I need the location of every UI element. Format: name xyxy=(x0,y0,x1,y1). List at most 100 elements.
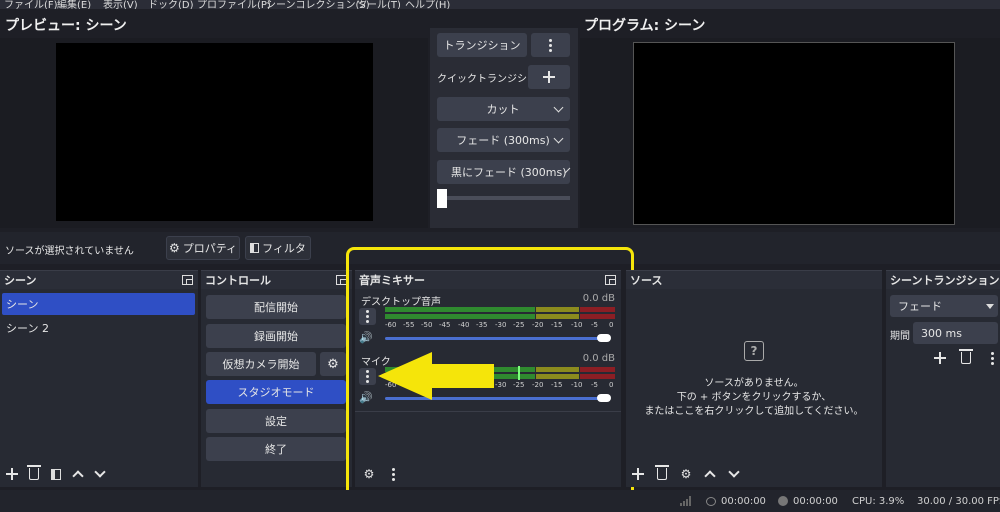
studio-mode-button[interactable]: スタジオモード xyxy=(206,380,346,404)
signal-icon xyxy=(680,496,691,506)
fade-to-black-label: 黒にフェード (300ms) xyxy=(451,166,567,179)
transition-type-select[interactable]: フェード xyxy=(890,295,998,317)
chevron-down-icon xyxy=(94,466,106,478)
virtual-camera-settings-button[interactable]: ⚙ xyxy=(320,352,346,376)
controls-title: コントロール xyxy=(205,274,271,287)
settings-button[interactable]: 設定 xyxy=(206,409,346,433)
remove-source-button[interactable] xyxy=(652,465,672,483)
source-properties-button[interactable]: ⚙ xyxy=(676,465,696,483)
chevron-up-icon xyxy=(72,470,84,482)
add-transition-button[interactable] xyxy=(930,349,950,367)
start-virtual-camera-button[interactable]: 仮想カメラ開始 xyxy=(206,352,316,376)
move-scene-up-button[interactable] xyxy=(68,465,88,483)
properties-button[interactable]: ⚙ プロパティ xyxy=(166,236,240,260)
menu-help[interactable]: ヘルプ(H) xyxy=(405,0,450,9)
menu-edit[interactable]: 編集(E) xyxy=(57,0,91,9)
filters-button[interactable]: フィルタ xyxy=(245,236,311,260)
scenes-title: シーン xyxy=(4,274,37,287)
scenes-dock: シーン シーン シーン 2 xyxy=(0,270,198,487)
scenes-toolbar xyxy=(2,465,110,483)
record-icon xyxy=(778,496,788,506)
sources-title: ソース xyxy=(630,274,663,287)
menu-bar: ファイル(F) 編集(E) 表示(V) ドック(D) プロファイル(P) シーン… xyxy=(0,0,1000,9)
start-streaming-button[interactable]: 配信開始 xyxy=(206,295,346,319)
scene-item[interactable]: シーン 2 xyxy=(2,317,195,339)
gear-icon: ⚙ xyxy=(327,356,339,372)
caret-down-icon xyxy=(986,303,994,309)
move-scene-down-button[interactable] xyxy=(90,465,110,483)
arrow-annotation xyxy=(378,352,494,400)
sources-empty-message[interactable]: ソースがありません。 下の + ボタンをクリックするか、 またはここを右クリック… xyxy=(626,377,882,419)
scene-transitions-dock: シーントランジション フェード 期間 300 ms xyxy=(886,270,1000,487)
undock-icon[interactable] xyxy=(182,275,193,285)
scenes-header: シーン xyxy=(0,271,198,289)
live-time: 00:00:00 xyxy=(721,496,766,507)
chevron-up-icon xyxy=(704,470,716,482)
scene-transitions-header: シーントランジション xyxy=(886,271,1000,289)
preview-area[interactable] xyxy=(0,38,428,228)
menu-profile[interactable]: プロファイル(P) xyxy=(197,0,271,9)
chevron-down-icon xyxy=(553,102,564,112)
cut-select-label: カット xyxy=(486,103,520,116)
empty-line: 下の + ボタンをクリックするか、 xyxy=(676,392,832,403)
status-bar xyxy=(0,490,1000,512)
program-title: プログラム: シーン xyxy=(584,18,706,34)
program-screen xyxy=(633,42,955,225)
menu-tools[interactable]: ツール(T) xyxy=(357,0,401,9)
duration-value: 300 ms xyxy=(921,326,962,340)
duration-label: 期間 xyxy=(890,331,910,342)
trash-icon xyxy=(959,349,973,364)
preview-title: プレビュー: シーン xyxy=(5,18,127,34)
scene-item-label: シーン 2 xyxy=(6,322,49,335)
fade-select[interactable]: フェード (300ms) xyxy=(437,128,570,152)
empty-line: ソースがありません。 xyxy=(704,378,804,389)
fade-to-black-select[interactable]: 黒にフェード (300ms) xyxy=(437,160,570,184)
filter-icon xyxy=(51,468,61,480)
program-area xyxy=(580,38,1000,228)
question-icon: ? xyxy=(744,341,764,361)
remove-transition-button[interactable] xyxy=(956,349,976,367)
menu-scene-collection[interactable]: シーンコレクション(S) xyxy=(266,0,370,9)
trash-icon xyxy=(27,465,41,480)
menu-dock[interactable]: ドック(D) xyxy=(148,0,194,9)
menu-file[interactable]: ファイル(F) xyxy=(4,0,58,9)
gear-icon: ⚙ xyxy=(680,467,692,481)
arrow-left-icon xyxy=(378,352,494,400)
chevron-down-icon xyxy=(728,466,740,478)
chevron-down-icon xyxy=(553,133,564,143)
remove-scene-button[interactable] xyxy=(24,465,44,483)
source-status-text: ソースが選択されていません xyxy=(5,246,134,257)
trash-icon xyxy=(655,465,669,480)
sources-header: ソース xyxy=(626,271,882,289)
properties-label: プロパティ xyxy=(182,242,238,255)
filters-label: フィルタ xyxy=(262,242,306,255)
transition-button[interactable]: トランジション xyxy=(437,33,527,57)
add-scene-button[interactable] xyxy=(2,465,22,483)
scene-filters-button[interactable] xyxy=(46,465,66,483)
duration-input[interactable]: 300 ms xyxy=(913,322,998,344)
cut-select[interactable]: カット xyxy=(437,97,570,121)
exit-button[interactable]: 終了 xyxy=(206,437,346,461)
scene-transitions-title: シーントランジション xyxy=(890,274,1000,287)
live-icon xyxy=(706,497,716,506)
transition-menu-button[interactable] xyxy=(531,33,570,57)
record-time: 00:00:00 xyxy=(793,496,838,507)
add-quick-transition-button[interactable] xyxy=(528,65,570,89)
add-source-button[interactable] xyxy=(628,465,648,483)
move-source-down-button[interactable] xyxy=(724,465,744,483)
start-recording-button[interactable]: 録画開始 xyxy=(206,324,346,348)
scene-item-label: シーン xyxy=(6,298,39,311)
transition-properties-button[interactable] xyxy=(982,349,1000,367)
menu-view[interactable]: 表示(V) xyxy=(103,0,138,9)
fade-select-label: フェード (300ms) xyxy=(456,134,550,147)
scene-transitions-toolbar xyxy=(930,349,1000,367)
move-source-up-button[interactable] xyxy=(700,465,720,483)
empty-line: またはここを右クリックして追加してください。 xyxy=(644,406,864,417)
sources-dock: ソース ? ソースがありません。 下の + ボタンをクリックするか、 またはここ… xyxy=(626,270,882,487)
preview-screen xyxy=(56,43,373,221)
gear-icon: ⚙ xyxy=(168,241,180,255)
transition-type-label: フェード xyxy=(898,300,942,313)
scene-item[interactable]: シーン xyxy=(2,293,195,315)
t-bar-handle[interactable] xyxy=(437,189,447,208)
cpu-usage: CPU: 3.9% xyxy=(852,496,905,507)
